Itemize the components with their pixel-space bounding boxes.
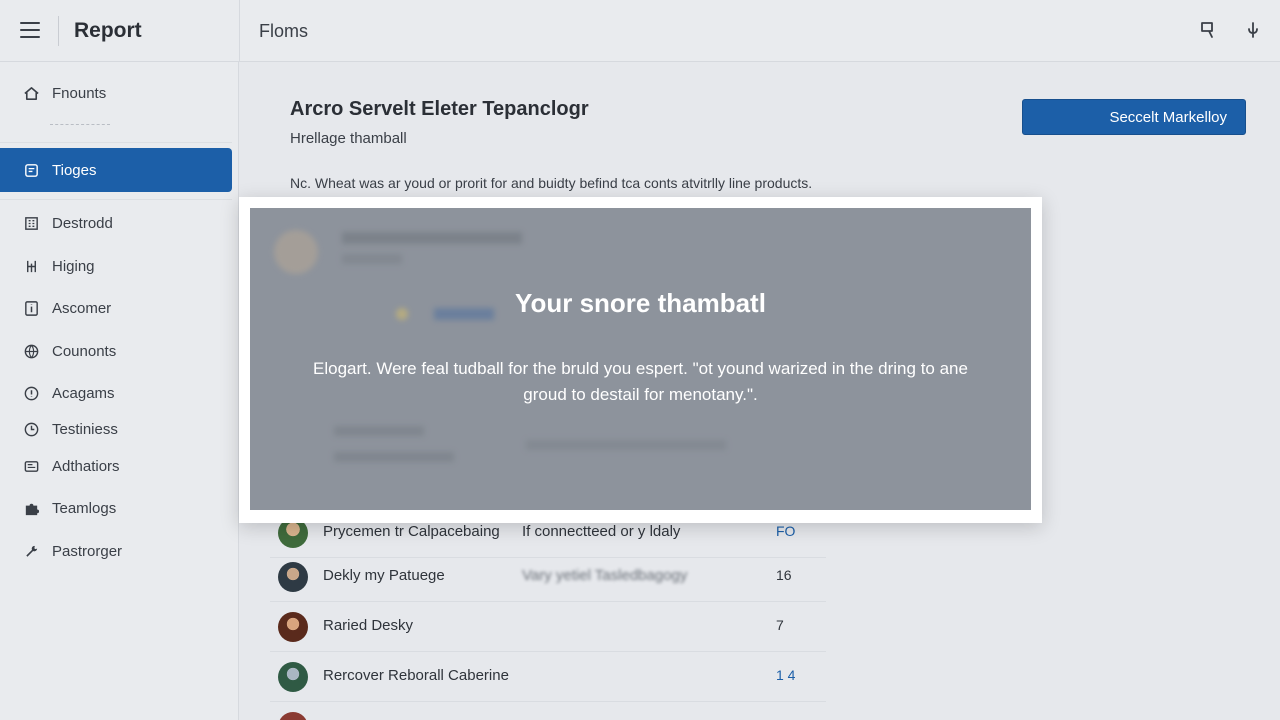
puzzle-icon bbox=[22, 499, 40, 517]
avatar bbox=[278, 562, 308, 592]
sidebar-item-label: Pastrorger bbox=[52, 542, 123, 560]
modal-dialog[interactable]: Your snore thambatl Elogart. Were feal t… bbox=[239, 197, 1042, 523]
sidebar-item-adthatiors[interactable]: Adthatiors bbox=[0, 444, 232, 488]
home-icon bbox=[22, 84, 40, 102]
sidebar-sub-divider bbox=[50, 124, 110, 125]
info-icon bbox=[22, 299, 40, 317]
avatar bbox=[278, 712, 308, 720]
sidebar-item-label: Higing bbox=[52, 257, 95, 275]
sidebar-item-label: Testiniess bbox=[52, 420, 118, 438]
sidebar-item-label: Tioges bbox=[52, 161, 97, 179]
sidebar-item-teamlogs[interactable]: Teamlogs bbox=[0, 486, 232, 530]
table-row[interactable] bbox=[270, 702, 826, 720]
sidebar-item-pastrorger[interactable]: Pastrorger bbox=[0, 529, 232, 573]
modal-title: Your snore thambatl bbox=[515, 288, 766, 318]
sidebar-item-counonts[interactable]: Counonts bbox=[0, 329, 232, 373]
avatar bbox=[278, 612, 308, 642]
table-row[interactable]: Dekly my Patuege Vary yetiel Tasledbagog… bbox=[270, 552, 826, 602]
row-name: Prycemen tr Calpacebaing bbox=[323, 523, 500, 540]
avatar bbox=[278, 662, 308, 692]
app-brand: Report bbox=[74, 19, 142, 42]
sidebar-item-ascomer[interactable]: Ascomer bbox=[0, 286, 232, 330]
row-count: 1 4 bbox=[776, 667, 796, 683]
globe-icon bbox=[22, 342, 40, 360]
row-name: Raried Desky bbox=[323, 617, 414, 634]
primary-action-button[interactable]: Seccelt Markelloy bbox=[1022, 99, 1246, 135]
header-divider bbox=[239, 0, 240, 62]
row-name: Dekly my Patuege bbox=[323, 567, 445, 584]
modal-body: Elogart. Were feal tudball for the bruld… bbox=[313, 359, 968, 404]
sidebar-item-destrodd[interactable]: Destrodd bbox=[0, 201, 232, 245]
modal-panel: Your snore thambatl Elogart. Were feal t… bbox=[250, 208, 1031, 510]
ghost-line bbox=[342, 254, 402, 264]
brand-divider bbox=[58, 16, 59, 46]
sidebar: Fnounts Tioges Destrodd Higing Ascomer C… bbox=[0, 62, 239, 720]
row-status: If connectteed or y ldaly bbox=[522, 523, 681, 540]
layers-icon bbox=[22, 457, 40, 475]
ghost-line bbox=[334, 426, 424, 436]
sidebar-item-label: Adthatiors bbox=[52, 457, 120, 475]
alert-icon bbox=[22, 384, 40, 402]
sidebar-item-label: Ascomer bbox=[52, 299, 112, 317]
sidebar-item-fnounts[interactable]: Fnounts bbox=[0, 71, 232, 115]
building-icon bbox=[22, 214, 40, 232]
page-subtitle: Hrellage thamball bbox=[290, 130, 407, 147]
tag-icon bbox=[22, 161, 40, 179]
row-name: Rercover Reborall Caberine bbox=[323, 667, 509, 684]
sidebar-item-label: Acagams bbox=[52, 384, 115, 402]
wrench-icon bbox=[22, 542, 40, 560]
table-row[interactable]: Raried Desky 7 bbox=[270, 602, 826, 652]
sidebar-item-label: Teamlogs bbox=[52, 499, 117, 517]
top-bar: Report Floms bbox=[0, 0, 1280, 62]
sidebar-divider bbox=[0, 199, 232, 200]
ghost-line bbox=[342, 232, 522, 244]
ghost-avatar bbox=[274, 230, 318, 274]
table-row[interactable]: Rercover Reborall Caberine 1 4 bbox=[270, 652, 826, 702]
row-count: 16 bbox=[776, 567, 792, 583]
page-description: Nc. Wheat was ar youd or prorit for and … bbox=[290, 175, 813, 191]
microphone-icon[interactable] bbox=[1243, 20, 1263, 40]
hierarchy-icon bbox=[22, 257, 40, 275]
page-title: Arcro Servelt Eleter Tepanclogr bbox=[290, 98, 589, 120]
sidebar-item-label: Fnounts bbox=[52, 84, 107, 102]
row-status: Vary yetiel Tasledbagogy bbox=[522, 567, 688, 584]
sidebar-item-tioges[interactable]: Tioges bbox=[0, 148, 232, 192]
sidebar-item-label: Counonts bbox=[52, 342, 117, 360]
clock-icon bbox=[22, 420, 40, 438]
ghost-line bbox=[334, 452, 454, 462]
sidebar-item-higing[interactable]: Higing bbox=[0, 244, 232, 288]
page-heading: Floms bbox=[259, 21, 308, 41]
sidebar-divider bbox=[0, 142, 232, 143]
ghost-line bbox=[526, 440, 726, 450]
menu-icon[interactable] bbox=[20, 22, 40, 38]
row-count: 7 bbox=[776, 617, 784, 633]
search-icon[interactable] bbox=[1198, 20, 1218, 40]
row-count: FO bbox=[776, 523, 796, 539]
sidebar-item-label: Destrodd bbox=[52, 214, 113, 232]
